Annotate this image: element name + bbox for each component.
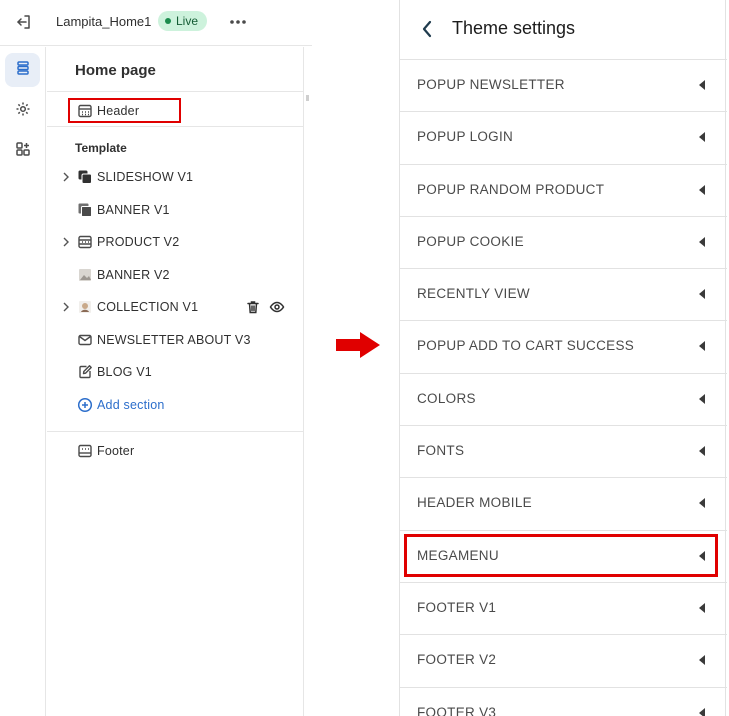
caret-left-icon [698,706,706,716]
setting-label: FOOTER V1 [417,599,497,615]
section-label: COLLECTION V1 [97,300,199,314]
collection-icon [77,299,93,315]
live-status-badge: Live [158,11,208,31]
caret-left-icon [698,287,706,300]
setting-label: HEADER MOBILE [417,495,532,511]
section-footer-label: Footer [97,444,135,458]
setting-label: POPUP RANDOM PRODUCT [417,181,605,197]
megamenu-highlight-box [404,534,718,577]
setting-popup-newsletter[interactable]: POPUP NEWSLETTER [400,60,727,113]
setting-footer-v2[interactable]: FOOTER V2 [400,635,727,688]
scrollbar[interactable] [303,47,312,716]
header-highlight-box [68,98,181,123]
add-section-button[interactable]: Add section [47,392,303,418]
mail-icon [77,332,93,348]
section-label: SLIDESHOW V1 [97,170,194,184]
red-arrow-icon [334,330,382,360]
section-label: PRODUCT V2 [97,235,180,249]
slideshow-icon [77,169,93,185]
caret-left-icon [698,653,706,666]
section-banner-v2[interactable]: BANNER V2 [47,262,303,288]
more-options-icon[interactable] [228,12,248,32]
exit-icon[interactable] [14,12,34,32]
settings-list: POPUP NEWSLETTER POPUP LOGIN POPUP RANDO… [400,60,727,716]
setting-recently-view[interactable]: RECENTLY VIEW [400,269,727,322]
theme-settings-panel: Theme settings POPUP NEWSLETTER POPUP LO… [399,0,727,716]
chevron-right-icon[interactable] [61,236,71,248]
caret-left-icon [698,235,706,247]
setting-footer-v1[interactable]: FOOTER V1 [400,583,727,636]
section-label: BANNER V1 [97,203,170,217]
setting-label: FONTS [417,443,465,459]
setting-label: COLORS [417,390,476,406]
theme-editor-panel: Lampita_Home1 Live Home page Header Temp… [0,0,312,716]
setting-label: POPUP ADD TO CART SUCCESS [417,338,635,354]
section-slideshow-v1[interactable]: SLIDESHOW V1 [47,164,303,190]
section-tree: Home page Header Template SLIDESHOW V1 B… [47,47,303,716]
edit-icon [77,364,93,380]
trash-icon[interactable] [245,299,261,315]
theme-settings-header: Theme settings [400,0,727,60]
sections-tab[interactable] [5,53,40,87]
scrollbar-thumb[interactable] [306,95,309,101]
caret-left-icon [698,392,706,404]
caret-left-icon [698,444,706,457]
app-embeds-tab[interactable] [5,134,40,168]
apps-icon [15,141,31,162]
setting-fonts[interactable]: FONTS [400,426,727,479]
divider [47,126,303,127]
plus-circle-icon [77,397,93,413]
caret-left-icon [698,78,706,90]
caret-left-icon [698,183,706,195]
caret-left-icon [698,130,706,143]
section-label: NEWSLETTER ABOUT V3 [97,333,251,347]
section-collection-v1[interactable]: COLLECTION V1 [47,294,303,320]
panel-title: Theme settings [452,18,576,38]
section-product-v2[interactable]: PRODUCT V2 [47,229,303,255]
setting-label: POPUP NEWSLETTER [417,77,565,92]
store-name: Lampita_Home1 [56,14,152,29]
setting-popup-cookie[interactable]: POPUP COOKIE [400,217,727,270]
image-icon [77,267,93,283]
setting-popup-random-product[interactable]: POPUP RANDOM PRODUCT [400,165,727,217]
template-label: Template [75,141,127,155]
setting-label: POPUP COOKIE [417,233,524,249]
setting-label: FOOTER V2 [417,652,497,668]
layout-icon [77,234,93,250]
editor-side-rail [0,47,46,716]
editor-topbar: Lampita_Home1 Live [0,0,312,46]
chevron-right-icon[interactable] [61,171,71,183]
setting-label: RECENTLY VIEW [417,286,530,302]
setting-label: FOOTER V3 [417,704,497,716]
setting-footer-v3[interactable]: FOOTER V3 [400,688,727,716]
sections-icon [15,60,31,81]
eye-icon[interactable] [269,299,285,315]
setting-label: POPUP LOGIN [417,129,514,145]
page-title: Home page [75,62,156,79]
caret-left-icon [698,496,706,509]
section-newsletter-about-v3[interactable]: NEWSLETTER ABOUT V3 [47,327,303,353]
caret-left-icon [698,601,706,613]
image-icon [77,202,93,218]
section-blog-v1[interactable]: BLOG V1 [47,359,303,385]
setting-popup-login[interactable]: POPUP LOGIN [400,112,727,165]
section-label: BLOG V1 [97,365,152,379]
divider [47,91,303,92]
caret-left-icon [698,339,706,352]
section-label: BANNER V2 [97,268,170,282]
setting-popup-add-to-cart-success[interactable]: POPUP ADD TO CART SUCCESS [400,321,727,374]
chevron-right-icon[interactable] [61,301,71,313]
gear-icon [15,101,31,122]
section-footer[interactable]: Footer [47,438,303,464]
add-section-label: Add section [97,398,165,412]
footer-layout-icon [77,443,93,459]
back-chevron-icon[interactable] [420,19,434,39]
divider [47,431,303,432]
theme-settings-tab[interactable] [5,94,40,128]
setting-header-mobile[interactable]: HEADER MOBILE [400,478,727,531]
section-banner-v1[interactable]: BANNER V1 [47,197,303,223]
setting-colors[interactable]: COLORS [400,374,727,427]
